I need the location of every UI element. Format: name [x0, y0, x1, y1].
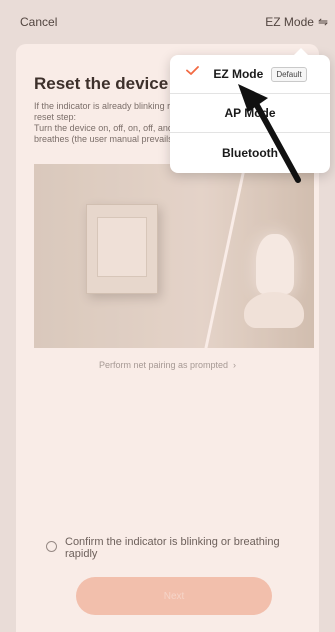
menu-item-ap-mode[interactable]: AP Mode: [170, 94, 330, 133]
default-badge: Default: [271, 66, 307, 82]
confirm-label: Confirm the indicator is blinking or bre…: [65, 536, 280, 560]
mode-selector[interactable]: EZ Mode ⇋: [265, 15, 328, 29]
instruction-line: Turn the device on, off, on, off, and on: [34, 123, 174, 133]
menu-item-label: EZ Mode: [213, 67, 264, 81]
menu-item-label: Bluetooth: [222, 145, 278, 160]
check-icon: [186, 66, 199, 75]
top-bar: Cancel EZ Mode ⇋: [0, 0, 335, 44]
instruction-line: reset step:: [34, 112, 77, 122]
image-divider: [204, 164, 247, 348]
menu-item-label: AP Mode: [224, 106, 276, 120]
device-illustration: [34, 164, 314, 348]
confirm-radio[interactable]: [46, 541, 57, 552]
next-button[interactable]: Next: [76, 577, 272, 615]
screen: Cancel EZ Mode ⇋ Reset the device first …: [0, 0, 335, 632]
cancel-button[interactable]: Cancel: [20, 15, 57, 29]
instruction-line: breathes (the user manual prevails): [34, 134, 174, 144]
lamp-base-image: [244, 292, 304, 328]
instruction-text: If the indicator is already blinking rap…: [34, 101, 174, 161]
swap-arrows-icon: ⇋: [317, 15, 328, 29]
confirm-row[interactable]: Confirm the indicator is blinking or bre…: [46, 536, 296, 560]
menu-item-content: EZ Mode Default: [213, 66, 307, 82]
menu-item-bluetooth[interactable]: Bluetooth: [170, 133, 330, 172]
instruction-line: If the indicator is already blinking rap…: [34, 101, 174, 111]
mode-label: EZ Mode: [265, 15, 314, 29]
mode-popup-menu: EZ Mode Default AP Mode Bluetooth: [170, 48, 330, 173]
menu-item-ez-mode[interactable]: EZ Mode Default: [170, 55, 330, 94]
wall-switch-image: [86, 204, 158, 294]
switch-rocker: [97, 217, 147, 277]
net-pairing-link[interactable]: Perform net pairing as prompted ›: [16, 360, 319, 370]
chevron-right-icon: ›: [230, 360, 237, 370]
page-title: Reset the device first: [34, 74, 184, 93]
bulb-image: [256, 234, 294, 294]
net-pairing-link-label: Perform net pairing as prompted: [98, 360, 229, 370]
